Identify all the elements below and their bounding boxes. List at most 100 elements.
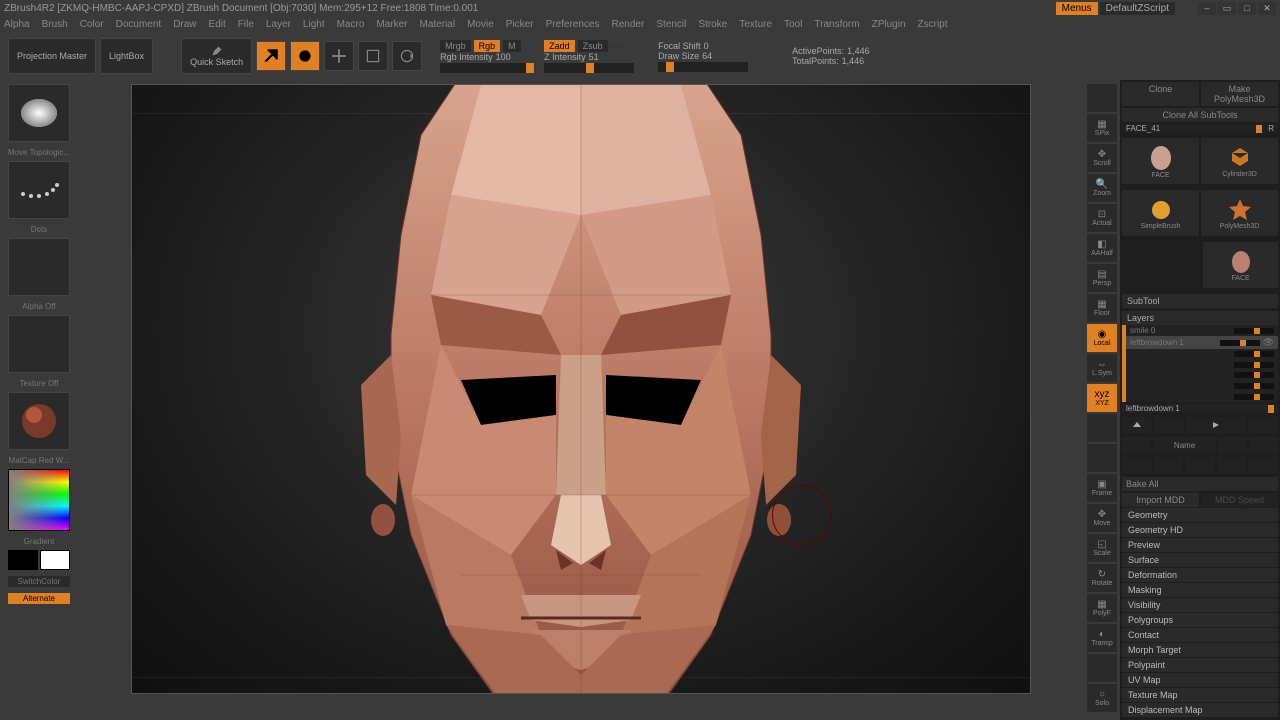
layer-intensity-slider[interactable] bbox=[1234, 351, 1274, 357]
menu-zscript[interactable]: Zscript bbox=[918, 19, 948, 30]
menu-transform[interactable]: Transform bbox=[814, 19, 859, 30]
stroke-slot[interactable] bbox=[8, 161, 70, 219]
layer-down-button[interactable] bbox=[1154, 417, 1184, 433]
subpanel-displacement-map[interactable]: Displacement Map bbox=[1122, 703, 1278, 717]
layer-btn-e[interactable] bbox=[1248, 457, 1278, 473]
tool-thumb-cylinder[interactable]: Cylinder3D bbox=[1201, 138, 1278, 184]
menu-brush[interactable]: Brush bbox=[42, 19, 68, 30]
gradient-label[interactable]: Gradient bbox=[24, 537, 55, 546]
alpha-slot[interactable] bbox=[8, 238, 70, 296]
shelf-blank-button[interactable] bbox=[1087, 84, 1117, 112]
layer-up-button[interactable] bbox=[1122, 417, 1152, 433]
layer-name-button[interactable]: Name bbox=[1153, 437, 1217, 453]
shelf-scroll-button[interactable]: ✥Scroll bbox=[1087, 144, 1117, 172]
alternate-button[interactable]: Alternate bbox=[8, 593, 70, 604]
subpanel-surface[interactable]: Surface bbox=[1122, 553, 1278, 567]
menu-layer[interactable]: Layer bbox=[266, 19, 291, 30]
draw-size-slider[interactable] bbox=[658, 62, 748, 72]
shelf-polyf-button[interactable]: ▦PolyF bbox=[1087, 594, 1117, 622]
shelf-rotate-button[interactable]: ↻Rotate bbox=[1087, 564, 1117, 592]
zadd-toggle[interactable]: Zadd bbox=[544, 40, 575, 52]
viewport-canvas[interactable] bbox=[131, 84, 1031, 694]
shelf-scale-button[interactable]: ◱Scale bbox=[1087, 534, 1117, 562]
layer-row[interactable] bbox=[1126, 349, 1278, 360]
brush-slot[interactable] bbox=[8, 84, 70, 142]
shelf-floor-button[interactable]: ▦Floor bbox=[1087, 294, 1117, 322]
menu-stencil[interactable]: Stencil bbox=[656, 19, 686, 30]
shelf-local-button[interactable]: ◉Local bbox=[1087, 324, 1117, 352]
menus-button[interactable]: Menus bbox=[1056, 2, 1098, 15]
zsub-toggle[interactable]: Zsub bbox=[578, 40, 608, 52]
layer-row[interactable] bbox=[1126, 370, 1278, 381]
edit-mode-button[interactable] bbox=[256, 41, 286, 71]
menu-zplugin[interactable]: ZPlugin bbox=[872, 19, 906, 30]
secondary-color-swatch[interactable] bbox=[8, 550, 38, 570]
default-zscript-button[interactable]: DefaultZScript bbox=[1100, 2, 1175, 15]
draw-mode-button[interactable] bbox=[290, 41, 320, 71]
shelf-l.sym-button[interactable]: ⇔L.Sym bbox=[1087, 354, 1117, 382]
tool-thumb-face[interactable]: FACE bbox=[1122, 138, 1199, 184]
maximize-button[interactable]: □ bbox=[1238, 2, 1256, 15]
shelf-blank-button[interactable] bbox=[1087, 414, 1117, 442]
scale-mode-button[interactable] bbox=[358, 41, 388, 71]
shelf-actual-button[interactable]: ⊡Actual bbox=[1087, 204, 1117, 232]
shelf-zoom-button[interactable]: 🔍Zoom bbox=[1087, 174, 1117, 202]
tool-name-slider[interactable]: FACE_41 R bbox=[1122, 124, 1278, 133]
shelf-transp-button[interactable]: ◐Transp bbox=[1087, 624, 1117, 652]
current-layer-slider[interactable]: leftbrowdown 1 bbox=[1122, 404, 1278, 413]
menu-picker[interactable]: Picker bbox=[506, 19, 534, 30]
rgb-intensity-slider[interactable] bbox=[440, 63, 530, 73]
layer-new-button[interactable] bbox=[1122, 437, 1151, 453]
subpanel-deformation[interactable]: Deformation bbox=[1122, 568, 1278, 582]
layer-btn-b[interactable] bbox=[1154, 457, 1184, 473]
layer-row[interactable] bbox=[1126, 381, 1278, 392]
dock-button[interactable]: ▭ bbox=[1218, 2, 1236, 15]
subpanel-geometry-hd[interactable]: Geometry HD bbox=[1122, 523, 1278, 537]
tool-thumb-simplebrush[interactable]: SimpleBrush bbox=[1122, 190, 1199, 236]
menu-material[interactable]: Material bbox=[420, 19, 456, 30]
menu-draw[interactable]: Draw bbox=[173, 19, 196, 30]
subpanel-geometry[interactable]: Geometry bbox=[1122, 508, 1278, 522]
layer-row[interactable]: leftbrowdown 1👁 bbox=[1126, 336, 1278, 349]
layer-play-button[interactable] bbox=[1186, 417, 1246, 433]
subpanel-masking[interactable]: Masking bbox=[1122, 583, 1278, 597]
switchcolor-button[interactable]: SwitchColor bbox=[8, 576, 70, 587]
eye-icon[interactable]: 👁 bbox=[1263, 337, 1274, 348]
projection-master-button[interactable]: Projection Master bbox=[8, 38, 96, 74]
menu-stroke[interactable]: Stroke bbox=[698, 19, 727, 30]
mdd-speed-button[interactable]: MDD Speed bbox=[1201, 493, 1278, 507]
subpanel-contact[interactable]: Contact bbox=[1122, 628, 1278, 642]
shelf-persp-button[interactable]: ▤Persp bbox=[1087, 264, 1117, 292]
quick-sketch-button[interactable]: Quick Sketch bbox=[181, 38, 252, 74]
clone-button[interactable]: Clone bbox=[1122, 82, 1199, 106]
menu-file[interactable]: File bbox=[238, 19, 254, 30]
bake-all-button[interactable]: Bake All bbox=[1122, 477, 1278, 491]
shelf-aahalf-button[interactable]: ◧AAHalf bbox=[1087, 234, 1117, 262]
menu-tool[interactable]: Tool bbox=[784, 19, 802, 30]
tool-thumb-face2[interactable]: FACE bbox=[1203, 242, 1278, 288]
import-mdd-button[interactable]: Import MDD bbox=[1122, 493, 1199, 507]
menu-document[interactable]: Document bbox=[116, 19, 162, 30]
menu-preferences[interactable]: Preferences bbox=[546, 19, 600, 30]
rotate-mode-button[interactable] bbox=[392, 41, 422, 71]
menu-macro[interactable]: Macro bbox=[337, 19, 365, 30]
minimize-button[interactable]: – bbox=[1198, 2, 1216, 15]
menu-movie[interactable]: Movie bbox=[467, 19, 494, 30]
layer-row[interactable] bbox=[1126, 391, 1278, 402]
subpanel-visibility[interactable]: Visibility bbox=[1122, 598, 1278, 612]
shelf-solo-button[interactable]: ○Solo bbox=[1087, 684, 1117, 712]
layer-row[interactable]: smile 0 bbox=[1126, 325, 1278, 336]
layer-intensity-slider[interactable] bbox=[1234, 362, 1274, 368]
menu-marker[interactable]: Marker bbox=[376, 19, 407, 30]
subpanel-morph-target[interactable]: Morph Target bbox=[1122, 643, 1278, 657]
material-slot[interactable] bbox=[8, 392, 70, 450]
tool-thumb-polymesh[interactable]: PolyMesh3D bbox=[1201, 190, 1278, 236]
lightbox-button[interactable]: LightBox bbox=[100, 38, 153, 74]
layer-intensity-slider[interactable] bbox=[1234, 328, 1274, 334]
layer-intensity-slider[interactable] bbox=[1234, 383, 1274, 389]
m-toggle[interactable]: M bbox=[503, 40, 521, 52]
shelf-frame-button[interactable]: ▣Frame bbox=[1087, 474, 1117, 502]
primary-color-swatch[interactable] bbox=[40, 550, 70, 570]
subpanel-uv-map[interactable]: UV Map bbox=[1122, 673, 1278, 687]
layer-intensity-slider[interactable] bbox=[1234, 394, 1274, 400]
